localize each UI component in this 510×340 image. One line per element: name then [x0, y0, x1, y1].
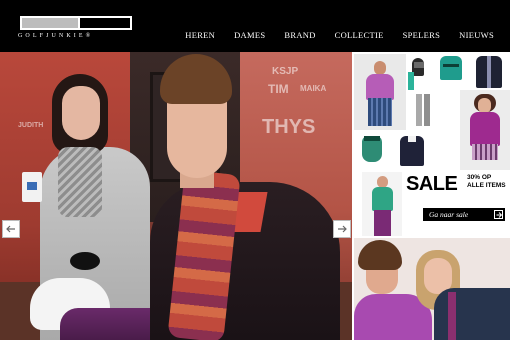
product-detail	[408, 136, 416, 142]
logo-bar-fill	[22, 18, 78, 28]
nav-dames[interactable]: DAMES	[234, 30, 265, 40]
logo-bar	[20, 16, 132, 30]
go-to-sale-button[interactable]: Ga naar sale	[423, 208, 505, 221]
nav-collectie[interactable]: COLLECTIE	[335, 30, 384, 40]
model-pants	[374, 210, 391, 236]
arrow-right-glyph	[496, 211, 502, 218]
sale-button-label: Ga naar sale	[429, 210, 469, 219]
sale-detail: 30% OP ALLE ITEMS	[467, 174, 506, 189]
slider-prev-button[interactable]	[2, 220, 20, 238]
couple-photo[interactable]	[354, 238, 510, 340]
product-detail	[414, 62, 424, 68]
product-model-tile[interactable]	[354, 54, 406, 130]
scooter-mirror	[70, 252, 100, 270]
sale-headline: SALE	[406, 173, 458, 195]
site-header: GOLFJUNKIE® HEREN DAMES BRAND COLLECTIE …	[0, 0, 510, 52]
product-image[interactable]	[408, 72, 414, 90]
nav-brand[interactable]: BRAND	[284, 30, 315, 40]
model-top	[470, 112, 500, 146]
product-grid	[354, 52, 510, 170]
model-pants	[368, 98, 392, 126]
logo-wordmark: GOLFJUNKIE®	[18, 33, 94, 39]
jacket-stripe	[448, 292, 456, 340]
cup-logo	[27, 182, 37, 190]
product-detail	[487, 56, 491, 88]
sale-model-image	[362, 172, 402, 236]
graffiti-text: KSJP	[272, 66, 299, 77]
arrow-right-icon	[338, 225, 347, 233]
graffiti-text: JUDITH	[18, 122, 44, 129]
nav-spelers[interactable]: SPELERS	[403, 30, 441, 40]
product-detail	[364, 136, 380, 141]
model-head	[374, 61, 386, 75]
woman-face	[62, 86, 100, 140]
graffiti-text: THYS	[262, 116, 316, 138]
nav-nieuws[interactable]: NIEUWS	[459, 30, 494, 40]
graffiti-text: TIM	[268, 82, 289, 96]
golfjunkie-logo[interactable]: GOLFJUNKIE®	[18, 14, 138, 44]
graffiti-text: MAIKA	[300, 84, 327, 93]
model-shirt	[366, 74, 394, 100]
sale-banner[interactable]: SALE 30% OP ALLE ITEMS Ga naar sale	[354, 172, 510, 236]
hero-slider-image[interactable]: KSJP TIM MAIKA THYS JUDITH	[0, 52, 352, 340]
man-hair	[358, 240, 402, 270]
product-detail	[443, 64, 459, 67]
product-model-tile[interactable]	[460, 90, 510, 170]
model-vest	[372, 187, 393, 211]
logo-bar-split	[78, 18, 80, 28]
main-nav: HEREN DAMES BRAND COLLECTIE SPELERS NIEU…	[185, 30, 494, 40]
product-image[interactable]	[440, 56, 462, 80]
arrow-right-icon	[494, 210, 503, 219]
slider-next-button[interactable]	[333, 220, 351, 238]
model-head	[478, 98, 491, 113]
woman-scarf	[58, 147, 102, 217]
product-image[interactable]	[416, 94, 422, 126]
woman-jacket	[434, 288, 510, 340]
model-skirt	[472, 144, 498, 160]
arrow-left-icon	[6, 225, 15, 233]
product-image	[424, 94, 430, 126]
nav-heren[interactable]: HEREN	[185, 30, 215, 40]
coffee-cup	[22, 172, 42, 202]
